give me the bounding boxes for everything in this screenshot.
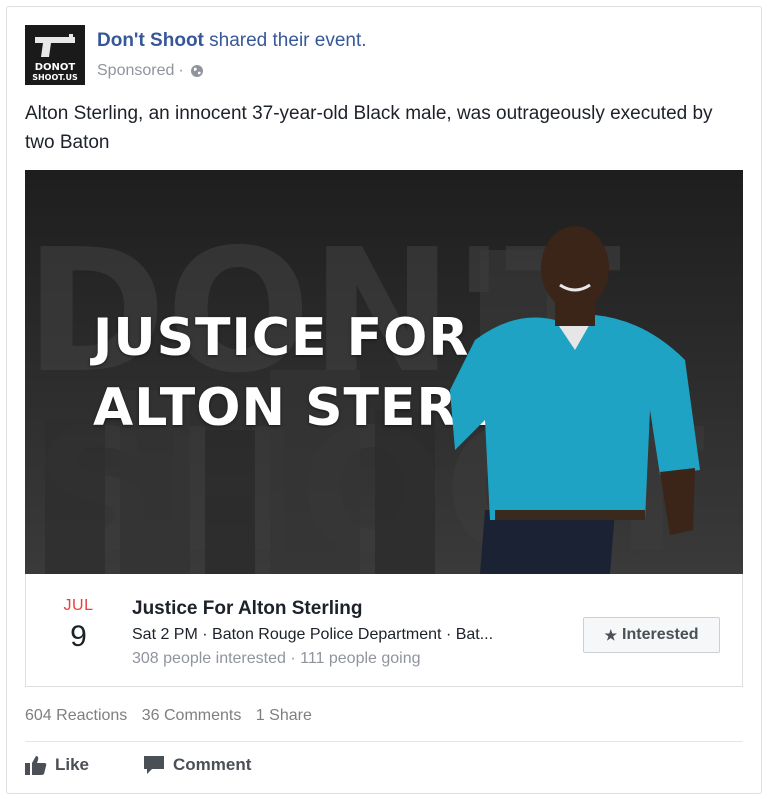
event-day: 9 [70, 620, 87, 653]
comment-button[interactable]: Comment [143, 755, 251, 775]
event-details-box[interactable]: JUL 9 Justice For Alton Sterling Sat 2 P… [25, 574, 743, 687]
post-meta: Sponsored · [97, 61, 204, 81]
event-title[interactable]: Justice For Alton Sterling [132, 598, 363, 620]
like-button[interactable]: Like [25, 755, 89, 775]
avatar-text-top: DONOT [34, 62, 76, 73]
event-attendance: 308 people interested · 111 people going [132, 650, 421, 667]
actions-divider [25, 741, 743, 742]
event-time-location: Sat 2 PM · Baton Rouge Police Department… [132, 626, 494, 643]
gun-logo-icon [35, 34, 75, 57]
event-cover-image[interactable]: DON'T SHOOT JUSTICE FOR ALTON STERLING [25, 170, 743, 574]
meta-separator: · [178, 62, 184, 79]
thumbs-up-icon [25, 756, 47, 775]
event-month: JUL [63, 597, 94, 614]
post-header: Don't Shoot shared their event. [97, 29, 367, 53]
avatar-text-bottom: SHOOT.US [32, 73, 78, 82]
post-body-text: Alton Sterling, an innocent 37-year-old … [25, 103, 713, 153]
comment-icon [144, 756, 164, 774]
comments-count[interactable]: 36 Comments [142, 707, 242, 724]
person-photo [450, 226, 700, 574]
page-avatar[interactable]: DONOT SHOOT.US [25, 25, 85, 85]
comment-label: Comment [173, 755, 252, 774]
sponsored-post-card: DONOT SHOOT.US Don't Shoot shared their … [6, 6, 762, 794]
reactions-count[interactable]: 604 Reactions [25, 707, 127, 724]
star-icon: ★ [604, 626, 618, 643]
globe-icon[interactable] [190, 64, 204, 78]
page-name-link[interactable]: Don't Shoot [97, 30, 204, 51]
interested-label: Interested [622, 626, 699, 643]
shared-event-link[interactable]: shared their event. [209, 30, 366, 51]
sponsored-label[interactable]: Sponsored [97, 61, 174, 81]
like-label: Like [55, 755, 90, 774]
interested-button[interactable]: ★ Interested [583, 617, 720, 653]
engagement-counts: 604 Reactions 36 Comments 1 Share [25, 707, 322, 725]
shares-count[interactable]: 1 Share [256, 707, 312, 724]
